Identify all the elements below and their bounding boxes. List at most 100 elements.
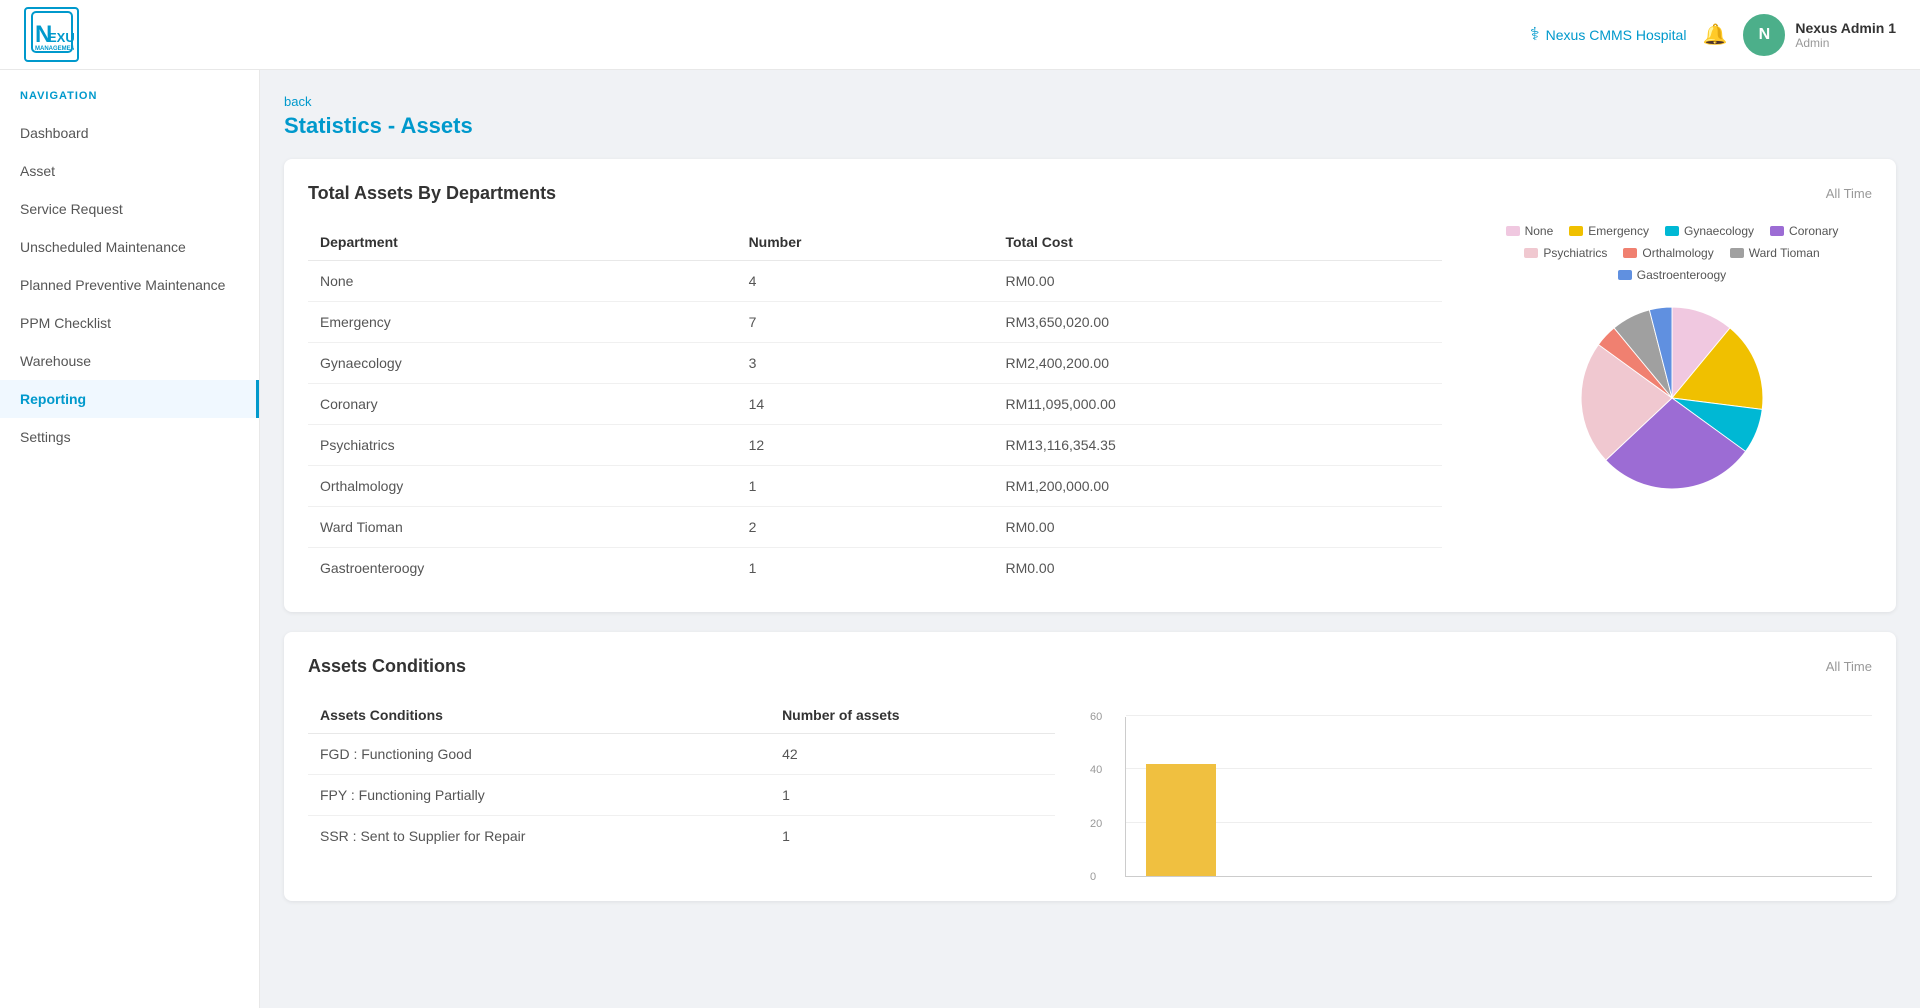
grid-line [1126,768,1872,769]
cell-department: Psychiatrics [308,425,737,466]
table-row: FPY : Functioning Partially 1 [308,775,1055,816]
sidebar-item-service-request[interactable]: Service Request [0,190,259,228]
pie-legend: None Emergency Gynaecology Coronary Psychiat… [1472,224,1872,282]
total-assets-table: Department Number Total Cost None 4 RM0.… [308,224,1442,588]
table-row: SSR : Sent to Supplier for Repair 1 [308,816,1055,857]
cell-number: 3 [737,343,994,384]
hospital-name-text: Nexus CMMS Hospital [1546,27,1687,43]
table-row: Orthalmology 1 RM1,200,000.00 [308,466,1442,507]
y-axis-tick: 0 [1090,871,1096,883]
user-role: Admin [1795,36,1896,50]
assets-conditions-card: Assets Conditions All Time Assets Condit… [284,632,1896,901]
cell-department: Orthalmology [308,466,737,507]
cell-number: 14 [737,384,994,425]
table-row: Ward Tioman 2 RM0.00 [308,507,1442,548]
cell-count: 42 [770,734,1055,775]
cell-cost: RM3,650,020.00 [993,302,1442,343]
col-number: Number [737,224,994,261]
cell-number: 7 [737,302,994,343]
cell-number: 4 [737,261,994,302]
bar-chart-section: 6040200 [1085,697,1872,877]
sidebar-item-unscheduled-maintenance[interactable]: Unscheduled Maintenance [0,228,259,266]
table-row: Gynaecology 3 RM2,400,200.00 [308,343,1442,384]
header: N EXUS MANAGEMENT ⚕ Nexus CMMS Hospital … [0,0,1920,70]
header-right: ⚕ Nexus CMMS Hospital 🔔 N Nexus Admin 1 … [1530,14,1896,56]
sidebar-item-asset[interactable]: Asset [0,152,259,190]
legend-item: Emergency [1569,224,1649,238]
assets-conditions-card-header: Assets Conditions All Time [308,656,1872,677]
cell-department: None [308,261,737,302]
total-assets-card-header: Total Assets By Departments All Time [308,183,1872,204]
y-axis-tick: 40 [1090,764,1102,776]
cell-cost: RM0.00 [993,507,1442,548]
hospital-icon: ⚕ [1530,24,1540,45]
total-assets-chart-container: Department Number Total Cost None 4 RM0.… [308,224,1872,588]
sidebar-item-settings[interactable]: Settings [0,418,259,456]
legend-item: Psychiatrics [1524,246,1607,260]
sidebar-item-warehouse[interactable]: Warehouse [0,342,259,380]
bar-fgd [1146,764,1216,876]
cell-cost: RM13,116,354.35 [993,425,1442,466]
total-assets-card: Total Assets By Departments All Time Dep… [284,159,1896,612]
cell-count: 1 [770,816,1055,857]
main-content: back Statistics - Assets Total Assets By… [260,70,1920,1008]
cell-cost: RM11,095,000.00 [993,384,1442,425]
cell-department: Coronary [308,384,737,425]
user-details: Nexus Admin 1 Admin [1795,20,1896,50]
sidebar: NAVIGATION Dashboard Asset Service Reque… [0,70,260,1008]
conditions-table-section: Assets Conditions Number of assets FGD :… [308,697,1055,856]
y-axis-tick: 20 [1090,818,1102,830]
cell-number: 12 [737,425,994,466]
col-total-cost: Total Cost [993,224,1442,261]
sidebar-item-ppm-checklist[interactable]: PPM Checklist [0,304,259,342]
assets-conditions-card-title: Assets Conditions [308,656,466,677]
notification-bell-icon[interactable]: 🔔 [1702,22,1727,47]
table-row: Coronary 14 RM11,095,000.00 [308,384,1442,425]
cell-department: Ward Tioman [308,507,737,548]
legend-item: None [1506,224,1554,238]
total-assets-card-title: Total Assets By Departments [308,183,556,204]
table-row: Gastroenteroogy 1 RM0.00 [308,548,1442,589]
table-row: Psychiatrics 12 RM13,116,354.35 [308,425,1442,466]
table-row: FGD : Functioning Good 42 [308,734,1055,775]
user-name: Nexus Admin 1 [1795,20,1896,36]
hospital-name[interactable]: ⚕ Nexus CMMS Hospital [1530,24,1687,45]
cell-department: Gynaecology [308,343,737,384]
cell-department: Gastroenteroogy [308,548,737,589]
sidebar-item-planned-preventive-maintenance[interactable]: Planned Preventive Maintenance [0,266,259,304]
pie-chart [1572,298,1772,498]
legend-item: Coronary [1770,224,1838,238]
cell-number: 1 [737,548,994,589]
cell-condition: FPY : Functioning Partially [308,775,770,816]
legend-item: Orthalmology [1623,246,1713,260]
bar-chart-container: Assets Conditions Number of assets FGD :… [308,697,1872,877]
assets-conditions-card-badge: All Time [1826,659,1872,674]
col-condition: Assets Conditions [308,697,770,734]
cell-cost: RM0.00 [993,548,1442,589]
col-department: Department [308,224,737,261]
cell-cost: RM2,400,200.00 [993,343,1442,384]
sidebar-item-reporting[interactable]: Reporting [0,380,259,418]
pie-section: None Emergency Gynaecology Coronary Psychiat… [1472,224,1872,498]
col-count: Number of assets [770,697,1055,734]
logo-text: N EXUS MANAGEMENT [30,10,74,60]
user-info: N Nexus Admin 1 Admin [1743,14,1896,56]
cell-count: 1 [770,775,1055,816]
svg-text:MANAGEMENT: MANAGEMENT [35,46,74,52]
cell-department: Emergency [308,302,737,343]
table-row: Emergency 7 RM3,650,020.00 [308,302,1442,343]
page-title: Statistics - Assets [284,113,1896,139]
grid-line [1126,715,1872,716]
sidebar-item-dashboard[interactable]: Dashboard [0,114,259,152]
avatar-initials: N [1759,26,1771,44]
cell-condition: SSR : Sent to Supplier for Repair [308,816,770,857]
cell-cost: RM1,200,000.00 [993,466,1442,507]
cell-condition: FGD : Functioning Good [308,734,770,775]
table-row: None 4 RM0.00 [308,261,1442,302]
y-axis-tick: 60 [1090,711,1102,723]
total-assets-card-badge: All Time [1826,186,1872,201]
back-link[interactable]: back [284,94,1896,109]
cell-cost: RM0.00 [993,261,1442,302]
legend-item: Gynaecology [1665,224,1754,238]
legend-item: Gastroenteroogy [1618,268,1726,282]
